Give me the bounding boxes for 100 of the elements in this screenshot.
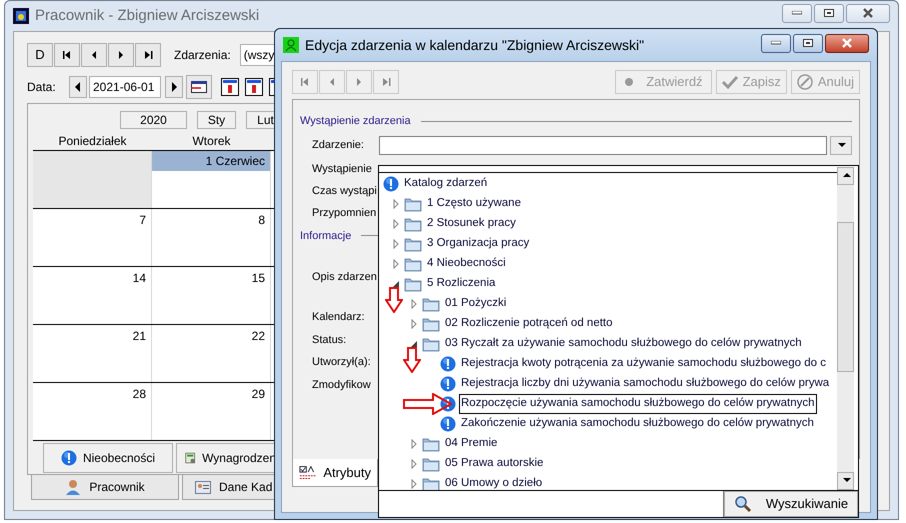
minimize-button[interactable] xyxy=(761,34,791,52)
minimize-button[interactable] xyxy=(782,4,812,22)
month-button[interactable]: Sty xyxy=(197,111,236,129)
info-icon xyxy=(60,450,77,466)
weekday-header: Poniedziałek xyxy=(57,133,128,150)
info-icon xyxy=(440,356,456,372)
salary-button[interactable]: Wynagrodzen xyxy=(176,443,276,473)
tree-item[interactable]: Katalog zdarzeń xyxy=(402,174,490,194)
navigation-button[interactable] xyxy=(135,43,161,67)
calendar-day[interactable]: 15 xyxy=(152,267,271,324)
folder-icon xyxy=(422,336,440,352)
app-icon xyxy=(283,37,299,53)
close-icon xyxy=(841,38,853,48)
maximize-button[interactable] xyxy=(814,4,844,22)
calendar-day[interactable]: 22 xyxy=(152,325,271,382)
section-title: Wystąpienie zdarzenia xyxy=(300,114,411,129)
date-field[interactable]: 2021-06-01 xyxy=(89,76,161,98)
scroll-down-button[interactable] xyxy=(837,472,854,490)
tree-item[interactable]: Rejestracja kwoty potrącenia za używanie samochodu służbowego do c xyxy=(459,354,828,374)
annotation-arrow xyxy=(385,287,403,313)
tree-item[interactable]: 06 Umowy o dzieło xyxy=(443,474,544,490)
tree-item[interactable]: 5 Rozliczenia xyxy=(425,274,498,294)
year-button[interactable]: 2020 xyxy=(120,111,187,129)
id-card-icon xyxy=(195,479,211,495)
scrollbar[interactable] xyxy=(837,167,854,490)
previous-day-button[interactable] xyxy=(69,76,87,98)
event-combobox[interactable] xyxy=(378,136,828,155)
info-icon xyxy=(440,396,456,412)
check-icon xyxy=(722,75,738,89)
tree-item[interactable]: 1 Często używane xyxy=(425,194,523,214)
field-label: Wystąpienie xyxy=(312,162,372,176)
tree-item[interactable]: 2 Stosunek pracy xyxy=(425,214,518,234)
navigation-button[interactable] xyxy=(108,43,134,67)
app-icon xyxy=(13,8,29,24)
scroll-up-button[interactable] xyxy=(837,167,854,185)
folder-icon xyxy=(422,296,440,312)
navigation-button[interactable] xyxy=(81,43,107,67)
next-day-button[interactable] xyxy=(165,76,183,98)
tree-item[interactable]: 02 Rozliczenie potrąceń od netto xyxy=(443,314,614,334)
tree-item[interactable]: 05 Prawa autorskie xyxy=(443,454,546,474)
maximize-icon xyxy=(824,9,834,17)
absences-button[interactable]: Nieobecności xyxy=(43,443,173,473)
tree-item[interactable]: Rejestracja liczby dni używania samochodu służbowego do celów prywa xyxy=(459,374,832,394)
calendar-day[interactable]: 8 xyxy=(152,209,271,266)
annotation-arrow xyxy=(403,393,453,415)
field-label: Zmodyfikow xyxy=(312,378,371,392)
folder-icon xyxy=(422,456,440,472)
folder-icon xyxy=(404,256,422,272)
field-label: Opis zdarzen xyxy=(312,270,377,285)
first-icon xyxy=(299,75,311,89)
attributes-tab[interactable]: Atrybuty xyxy=(292,459,378,487)
close-button[interactable] xyxy=(825,34,869,52)
tree-item[interactable]: 03 Ryczałt za używanie samochodu służbowego do celów prywatnych xyxy=(443,334,804,354)
folder-icon xyxy=(404,276,422,292)
calendar-day[interactable]: 28 xyxy=(33,383,152,440)
folder-icon xyxy=(422,436,440,452)
calendar-day[interactable]: 14 xyxy=(33,267,152,324)
first-icon xyxy=(61,48,73,62)
maximize-button[interactable] xyxy=(793,34,823,52)
folder-icon xyxy=(404,216,422,232)
calendar-icon[interactable] xyxy=(245,78,263,96)
tree-item[interactable]: 04 Premie xyxy=(443,434,500,454)
scroll-thumb[interactable] xyxy=(837,222,854,372)
field-label: Przypomnien xyxy=(312,206,376,220)
navigation-button[interactable] xyxy=(54,43,80,67)
folder-icon xyxy=(422,476,440,490)
field-label: Status: xyxy=(312,332,346,348)
expander-icon[interactable] xyxy=(409,339,419,349)
calendar-button[interactable] xyxy=(186,75,212,99)
calendar-day[interactable]: 7 xyxy=(33,209,152,266)
field-label: Zdarzenie: xyxy=(312,138,365,154)
window-title: Pracownik - Zbigniew Arciszewski xyxy=(35,6,260,26)
calendar-grid-icon xyxy=(191,81,207,93)
close-button[interactable] xyxy=(846,4,890,22)
tree-item[interactable]: 01 Pożyczki xyxy=(443,294,508,314)
new-button[interactable]: D xyxy=(27,43,53,67)
field-label: Czas wystąpi xyxy=(312,184,377,198)
tree-item[interactable]: Rozpoczęcie używania samochodu służbowego do celów prywatnych xyxy=(459,394,816,414)
calendar-day[interactable]: 1 Czerwiec xyxy=(152,151,271,208)
info-icon xyxy=(383,176,399,192)
calendar-day[interactable]: 29 xyxy=(152,383,271,440)
cancel-icon xyxy=(796,74,813,90)
calendar-day[interactable]: 21 xyxy=(33,325,152,382)
weekday-header: Wtorek xyxy=(191,133,232,150)
tree-item[interactable]: 4 Nieobecności xyxy=(425,254,508,274)
search-button[interactable]: Wyszukiwanie xyxy=(724,491,858,517)
calendar-icon[interactable] xyxy=(221,78,239,96)
expander-icon[interactable] xyxy=(391,279,401,289)
tree-item[interactable]: 3 Organizacja pracy xyxy=(425,234,532,254)
close-icon xyxy=(862,8,874,18)
window-tab[interactable]: Pracownik xyxy=(31,475,179,500)
money-icon xyxy=(185,450,196,466)
folder-icon xyxy=(404,236,422,252)
tree-item[interactable]: Zakończenie używania samochodu służbowego do celów prywatnych xyxy=(459,414,816,434)
dropdown-button[interactable] xyxy=(830,136,852,155)
next-icon xyxy=(169,80,179,94)
dot-icon xyxy=(624,77,634,87)
person-icon xyxy=(65,479,82,495)
field-label: Kalendarz: xyxy=(312,310,365,325)
last-icon xyxy=(380,75,392,89)
